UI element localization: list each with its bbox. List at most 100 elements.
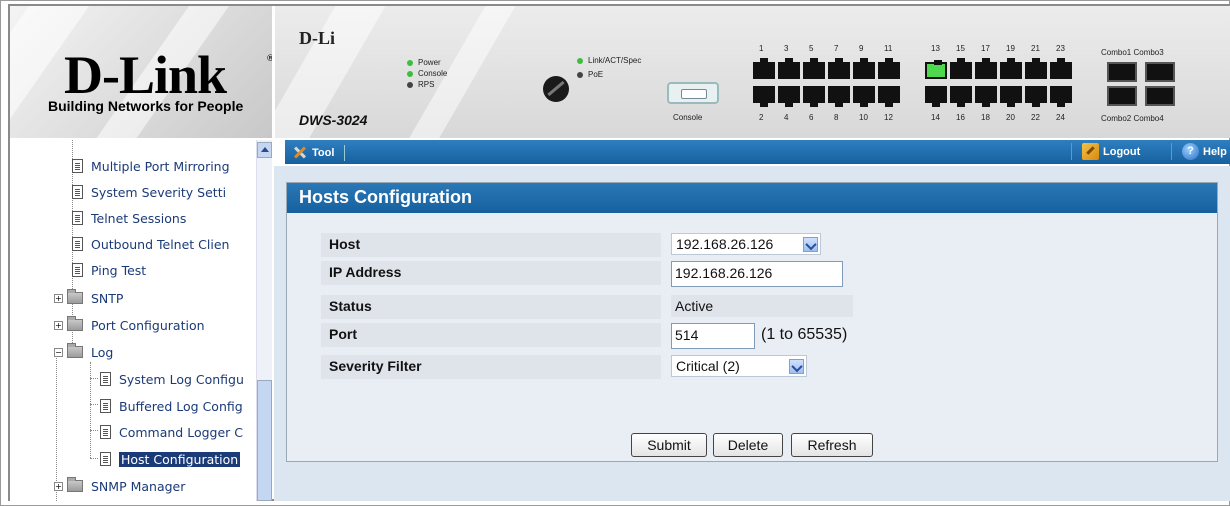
host-select-value: 192.168.26.126 xyxy=(676,236,774,252)
ethernet-port-icon xyxy=(925,86,947,107)
host-select[interactable]: 192.168.26.126 xyxy=(671,233,821,255)
hosts-config-panel: Hosts Configuration Host 192.168.26.126 … xyxy=(286,182,1218,462)
button-row: Submit Delete Refresh xyxy=(297,433,1207,459)
tree-item-host-configuration[interactable]: Host Configuration xyxy=(100,449,241,469)
sidebar-scrollbar[interactable] xyxy=(256,140,272,501)
port-number-label: 13 xyxy=(931,44,940,53)
tree-item-label-selected: Host Configuration xyxy=(119,451,241,467)
port-number-label: 11 xyxy=(884,44,893,53)
tree-item-log[interactable]: − Log xyxy=(54,342,113,362)
port-number-label: 15 xyxy=(956,44,965,53)
port-number-label: 14 xyxy=(931,113,940,122)
ethernet-port-icon xyxy=(853,58,875,79)
port-number-label: 18 xyxy=(981,113,990,122)
ethernet-port-icon xyxy=(1025,86,1047,107)
submit-button[interactable]: Submit xyxy=(631,433,707,457)
tree-item-label: Command Logger C xyxy=(119,424,244,440)
folder-icon xyxy=(67,316,83,331)
document-icon xyxy=(72,211,83,225)
expand-icon[interactable]: + xyxy=(54,481,63,491)
help-label: Help xyxy=(1203,145,1227,158)
ethernet-port-icon xyxy=(828,86,850,107)
tool-menu-button[interactable]: Tool xyxy=(291,144,346,161)
tree-item-multiple-port-mirroring[interactable]: Multiple Port Mirroring xyxy=(72,156,230,176)
help-button[interactable]: ? Help xyxy=(1165,143,1227,160)
device-model: DWS-3024 xyxy=(299,112,368,128)
status-label: Status xyxy=(321,295,661,319)
key-icon xyxy=(1082,143,1099,160)
port-number-label: 20 xyxy=(1006,113,1015,122)
severity-row: Severity Filter Critical (2) xyxy=(321,355,851,379)
led-icon xyxy=(577,57,583,64)
refresh-button[interactable]: Refresh xyxy=(791,433,873,457)
ethernet-port-icon xyxy=(828,58,850,79)
tree-item-ping-test[interactable]: Ping Test xyxy=(72,260,146,280)
tree-item-label: Buffered Log Config xyxy=(119,398,243,414)
top-toolbar: Tool Logout ? Help xyxy=(285,140,1230,164)
chevron-down-icon[interactable] xyxy=(803,237,818,252)
combo-port-3 xyxy=(1145,62,1175,82)
port-number-label: 4 xyxy=(784,113,789,122)
combo-port-4 xyxy=(1145,86,1175,106)
ethernet-port-icon xyxy=(778,58,800,79)
tree-item-telnet-sessions[interactable]: Telnet Sessions xyxy=(72,208,186,228)
tree-item-label: Port Configuration xyxy=(91,317,205,333)
tree-item-sntp[interactable]: + SNTP xyxy=(54,288,123,308)
tree-item-snmp-manager[interactable]: + SNMP Manager xyxy=(54,476,185,496)
led-poe: PoE xyxy=(577,70,603,79)
scroll-thumb[interactable] xyxy=(257,380,272,501)
tree-item-outbound-telnet[interactable]: Outbound Telnet Clien xyxy=(72,234,229,254)
tree-item-buffered-log-config[interactable]: Buffered Log Config xyxy=(100,396,243,416)
device-brand: D-Li xyxy=(299,28,335,48)
ethernet-port-icon xyxy=(803,58,825,79)
tree-item-system-severity[interactable]: System Severity Setti xyxy=(72,182,226,202)
delete-button[interactable]: Delete xyxy=(713,433,783,457)
collapse-icon[interactable]: − xyxy=(54,347,63,357)
led-power: Power xyxy=(407,58,441,67)
port-number-label: 9 xyxy=(859,44,864,53)
document-icon xyxy=(72,237,83,251)
led-console: Console xyxy=(407,69,447,78)
logo: D-Link xyxy=(64,45,227,105)
open-folder-icon xyxy=(67,343,83,358)
ethernet-port-icon xyxy=(778,86,800,107)
ethernet-port-icon xyxy=(1000,58,1022,79)
port-number-label: 12 xyxy=(884,113,893,122)
tree-item-command-logger[interactable]: Command Logger C xyxy=(100,422,243,442)
expand-icon[interactable]: + xyxy=(54,320,63,330)
toolbar-divider xyxy=(1071,143,1072,160)
port-number-label: 6 xyxy=(809,113,814,122)
document-icon xyxy=(72,185,83,199)
ip-address-label: IP Address xyxy=(321,261,661,285)
ethernet-port-icon xyxy=(1050,86,1072,107)
tree-item-system-log-config[interactable]: System Log Configu xyxy=(100,369,244,389)
tree-item-port-configuration[interactable]: + Port Configuration xyxy=(54,315,205,335)
ethernet-port-icon xyxy=(803,86,825,107)
ethernet-port-icon xyxy=(925,60,947,79)
led-icon xyxy=(407,70,413,77)
logout-button[interactable]: Logout xyxy=(1065,143,1140,160)
ethernet-port-icon xyxy=(878,58,900,79)
led-icon xyxy=(577,71,583,78)
port-label: Port xyxy=(321,323,661,347)
port-number-label: 17 xyxy=(981,44,990,53)
port-number-label: 23 xyxy=(1056,44,1065,53)
combo-port-2 xyxy=(1107,86,1137,106)
document-icon xyxy=(72,159,83,173)
tools-icon xyxy=(291,144,308,161)
scroll-up-arrow-icon[interactable] xyxy=(257,142,272,158)
port-row: Port 514 (1 to 65535) xyxy=(321,323,851,349)
ip-address-input[interactable]: 192.168.26.126 xyxy=(671,261,843,287)
ethernet-port-icon xyxy=(1050,58,1072,79)
ethernet-port-icon xyxy=(853,86,875,107)
ethernet-port-icon xyxy=(950,58,972,79)
severity-filter-select[interactable]: Critical (2) xyxy=(671,355,807,377)
ip-row: IP Address 192.168.26.126 xyxy=(321,261,851,287)
reset-knob-icon xyxy=(543,76,569,102)
chevron-down-icon[interactable] xyxy=(789,359,804,374)
expand-icon[interactable]: + xyxy=(54,293,63,303)
logo-tagline: Building Networks for People xyxy=(48,98,244,114)
port-input[interactable]: 514 xyxy=(671,323,755,349)
port-range-hint: (1 to 65535) xyxy=(761,326,848,343)
combo-top-label: Combo1 Combo3 xyxy=(1101,48,1164,57)
